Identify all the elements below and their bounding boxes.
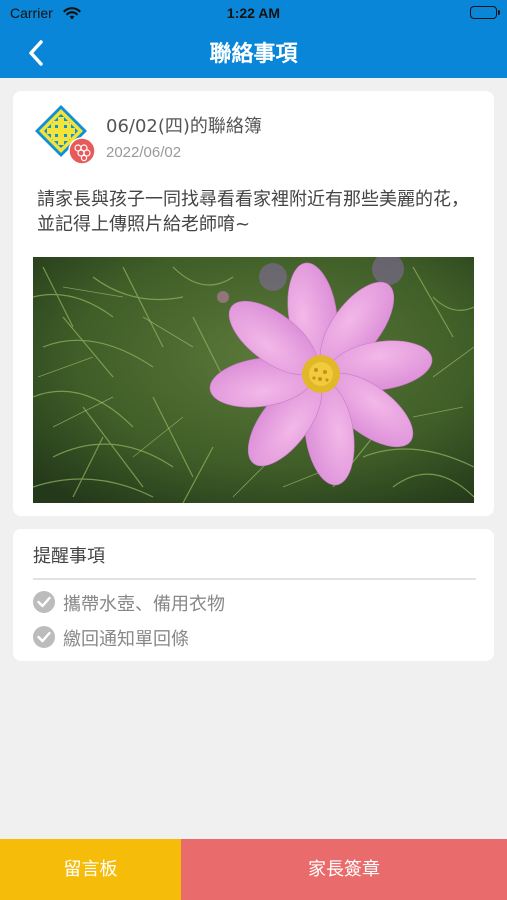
parent-sign-button[interactable]: 家長簽章 [181, 839, 507, 900]
school-logo-icon [33, 103, 96, 165]
notice-card: 06/02(四)的聯絡簿 2022/06/02 請家長與孩子一同找尋看看家裡附近… [13, 91, 494, 516]
reminder-label: 攜帶水壺、備用衣物 [63, 594, 225, 615]
page-title: 聯絡事項 [209, 42, 298, 67]
battery-icon [470, 6, 500, 19]
divider [33, 578, 476, 580]
nav-bar: 聯絡事項 [0, 26, 507, 78]
status-bar: Carrier 1:22 AM [0, 0, 507, 26]
top-bar: Carrier 1:22 AM 聯絡事項 [0, 0, 507, 78]
grapes-badge-icon [68, 137, 96, 165]
flower-photo[interactable] [33, 257, 474, 503]
message-board-button[interactable]: 留言板 [0, 839, 181, 900]
bottom-action-bar: 留言板 家長簽章 [0, 839, 507, 900]
notice-message: 請家長與孩子一同找尋看看家裡附近有那些美麗的花，並記得上傳照片給老師唷~ [37, 189, 469, 235]
reminders-title: 提醒事項 [33, 546, 105, 567]
check-circle-icon [33, 626, 55, 648]
reminders-card: 提醒事項 攜帶水壺、備用衣物 繳回通知單回條 [13, 529, 494, 661]
status-time: 1:22 AM [226, 5, 281, 21]
notice-subject: 06/02(四)的聯絡簿 [106, 116, 262, 137]
check-circle-icon [33, 591, 55, 613]
notice-date: 2022/06/02 [106, 144, 182, 161]
reminder-label: 繳回通知單回條 [63, 629, 189, 650]
